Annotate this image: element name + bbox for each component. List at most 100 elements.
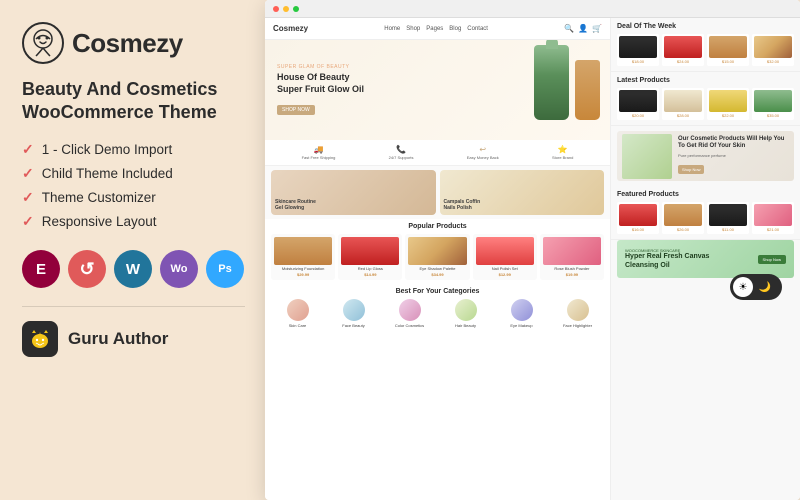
cosmetics-banner-img bbox=[622, 134, 672, 179]
product-price: $21.00 bbox=[767, 227, 779, 232]
category-label: Face Highlighter bbox=[563, 323, 592, 328]
author-label: Guru Author bbox=[68, 329, 168, 349]
categories-row: Skin Care Face Beauty Color Cosmetics Ha… bbox=[265, 297, 610, 331]
category-item[interactable]: Eye Makeup bbox=[495, 299, 548, 328]
dark-mode-toggle[interactable]: ☀ 🌙 bbox=[730, 274, 782, 300]
product-price: $29.99 bbox=[297, 272, 309, 277]
deal-product: $18.00 bbox=[617, 34, 659, 66]
check-icon: ✓ bbox=[22, 141, 34, 158]
category-label: Color Cosmetics bbox=[395, 323, 424, 328]
product-img bbox=[619, 36, 657, 58]
account-icon[interactable]: 👤 bbox=[578, 24, 588, 33]
latest-section: Latest Products $20.00 $28.00 $22.00 bbox=[611, 72, 800, 126]
browser-dot-min bbox=[283, 6, 289, 12]
nav-shop[interactable]: Shop bbox=[406, 26, 420, 32]
product-img bbox=[754, 90, 792, 112]
product-image bbox=[274, 237, 332, 265]
shipping-text: Fast Free Shipping bbox=[302, 155, 336, 160]
hero-text: SUPER GLAM OF BEAUTY House Of Beauty Sup… bbox=[277, 64, 377, 115]
cosmetics-banner-text: Our Cosmetic Products Will Help You To G… bbox=[678, 136, 789, 176]
category-item[interactable]: Color Cosmetics bbox=[383, 299, 436, 328]
deal-product: $15.00 bbox=[707, 34, 749, 66]
banner-nails: Campals Coffin Nails Polish bbox=[440, 170, 605, 215]
cat-star-icon bbox=[28, 327, 52, 351]
category-label: Face Beauty bbox=[342, 323, 364, 328]
toggle-light: ☀ bbox=[733, 277, 753, 297]
cosmetics-banner-cta[interactable]: Shop Now bbox=[678, 165, 704, 174]
popular-section-title: Popular Products bbox=[265, 219, 610, 232]
site-icons: 🔍 👤 🛒 bbox=[564, 24, 602, 33]
featured-products-grid: $16.00 $26.00 $11.00 $21.00 bbox=[617, 202, 794, 234]
product-price: $15.00 bbox=[722, 59, 734, 64]
logo-icon bbox=[22, 22, 64, 64]
category-img bbox=[287, 299, 309, 321]
product-image bbox=[341, 237, 399, 265]
product-price: $20.00 bbox=[632, 113, 644, 118]
tagline: Beauty And Cosmetics WooCommerce Theme bbox=[22, 78, 245, 123]
category-img bbox=[567, 299, 589, 321]
product-card: Rose Blush Powder $19.99 bbox=[540, 234, 604, 280]
features-list: ✓ 1 - Click Demo Import ✓ Child Theme In… bbox=[22, 141, 245, 230]
product-img bbox=[619, 90, 657, 112]
category-item[interactable]: Skin Care bbox=[271, 299, 324, 328]
photoshop-badge: Ps bbox=[206, 250, 244, 288]
wordpress-badge: W bbox=[114, 250, 152, 288]
logo-area: Cosmezy bbox=[22, 22, 245, 64]
site-header: Cosmezy Home Shop Pages Blog Contact 🔍 👤… bbox=[265, 18, 610, 40]
product-price: $26.00 bbox=[677, 227, 689, 232]
nav-home[interactable]: Home bbox=[384, 26, 400, 32]
cosmetics-banner-title: Our Cosmetic Products Will Help You To G… bbox=[678, 136, 789, 150]
nav-pages[interactable]: Pages bbox=[426, 26, 443, 32]
check-icon: ✓ bbox=[22, 213, 34, 230]
product-price: $14.99 bbox=[364, 272, 376, 277]
featured-product: $11.00 bbox=[707, 202, 749, 234]
hero-image-area bbox=[534, 45, 600, 120]
check-icon: ✓ bbox=[22, 165, 34, 182]
product-price: $12.99 bbox=[499, 272, 511, 277]
product-price: $28.00 bbox=[677, 113, 689, 118]
category-item[interactable]: Face Highlighter bbox=[551, 299, 604, 328]
product-card: Nail Polish Set $12.99 bbox=[473, 234, 537, 280]
product-img bbox=[664, 90, 702, 112]
customize-badge: ↺ bbox=[68, 250, 106, 288]
return-text: Easy Money Back bbox=[467, 155, 499, 160]
trust-badge-shipping: 🚚 Fast Free Shipping bbox=[302, 145, 336, 160]
product-price: $34.99 bbox=[431, 272, 443, 277]
trust-badges: 🚚 Fast Free Shipping 📞 24/7 Supports ↩ E… bbox=[265, 140, 610, 166]
category-item[interactable]: Face Beauty bbox=[327, 299, 380, 328]
nav-blog[interactable]: Blog bbox=[449, 26, 461, 32]
browser-bar bbox=[265, 0, 800, 18]
hero-cta[interactable]: SHOP NOW bbox=[277, 105, 315, 115]
deal-products-grid: $18.00 $24.00 $15.00 $32.00 bbox=[617, 34, 794, 66]
tech-icons: E ↺ W Wo Ps bbox=[22, 250, 245, 288]
return-icon: ↩ bbox=[479, 145, 486, 154]
product-price: $32.00 bbox=[767, 59, 779, 64]
bottom-banner-cta[interactable]: Shop Now bbox=[758, 255, 786, 264]
product-price: $22.00 bbox=[722, 113, 734, 118]
woocommerce-badge: Wo bbox=[160, 250, 198, 288]
product-img bbox=[664, 204, 702, 226]
nav-contact[interactable]: Contact bbox=[467, 26, 488, 32]
featured-product: $21.00 bbox=[752, 202, 794, 234]
category-img bbox=[511, 299, 533, 321]
hero-title: House Of Beauty Super Fruit Glow Oil bbox=[277, 72, 377, 95]
deal-section: Deal Of The Week $18.00 $24.00 $15.00 bbox=[611, 18, 800, 72]
cosmetics-banner: Our Cosmetic Products Will Help You To G… bbox=[617, 131, 794, 181]
feature-item: ✓ Child Theme Included bbox=[22, 165, 245, 182]
categories-section-title: Best For Your Categories bbox=[265, 284, 610, 297]
latest-products-grid: $20.00 $28.00 $22.00 $35.00 bbox=[617, 88, 794, 120]
mockup-body: Cosmezy Home Shop Pages Blog Contact 🔍 👤… bbox=[265, 18, 800, 500]
product-price: $35.00 bbox=[767, 113, 779, 118]
divider bbox=[22, 306, 245, 307]
search-icon[interactable]: 🔍 bbox=[564, 24, 574, 33]
cart-icon[interactable]: 🛒 bbox=[592, 24, 602, 33]
hero-product-bottle-1 bbox=[534, 45, 569, 120]
banner-skincare: Skincare Routine Gel Glowing bbox=[271, 170, 436, 215]
product-img bbox=[709, 204, 747, 226]
side-panels: Deal Of The Week $18.00 $24.00 $15.00 bbox=[610, 18, 800, 500]
site-nav: Home Shop Pages Blog Contact bbox=[312, 26, 560, 32]
cosmetics-banner-desc: Pure performance perfume bbox=[678, 153, 789, 158]
right-panel: Cosmezy Home Shop Pages Blog Contact 🔍 👤… bbox=[265, 0, 800, 500]
category-item[interactable]: Hair Beauty bbox=[439, 299, 492, 328]
guru-author: Guru Author bbox=[22, 321, 245, 357]
